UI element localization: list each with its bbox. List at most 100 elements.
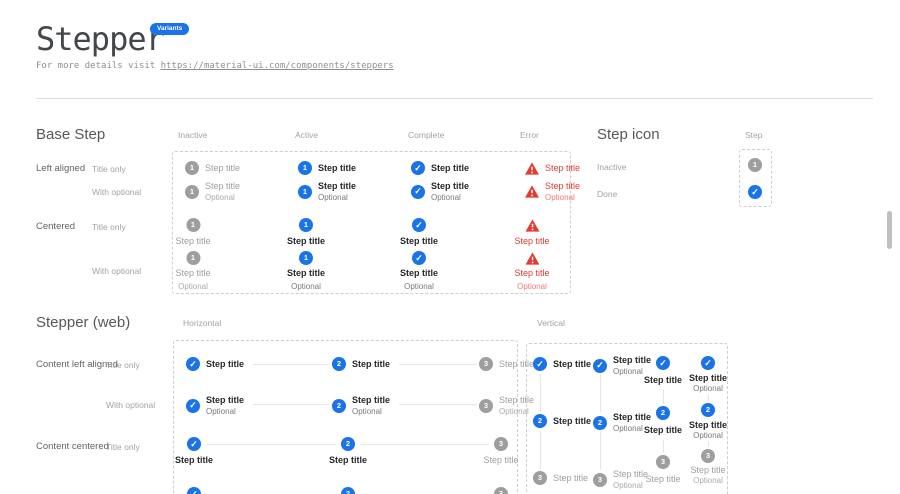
hstep-inactive-optional: 3 Step titleOptional: [479, 395, 534, 416]
step-inactive-centered-optional: 1 Step title Optional: [175, 251, 210, 291]
step-optional: Optional: [517, 282, 547, 292]
check-circle-icon: ✓: [533, 357, 547, 371]
hstep-complete-optional: ✓ Step titleOptional: [186, 395, 244, 416]
section-heading-stepper-web: Stepper (web): [36, 314, 130, 331]
step-title: Step title: [545, 163, 580, 174]
step-title: Step title: [553, 359, 591, 370]
check-circle-icon: ✓: [187, 487, 201, 494]
step-error-left: Step title: [524, 161, 580, 175]
step-complete-centered-optional: ✓ Step title Optional: [400, 251, 438, 291]
step-optional: Optional: [693, 431, 723, 441]
step-title: Step title: [645, 474, 680, 485]
check-circle-icon: ✓: [412, 218, 426, 232]
step-number-icon: 3: [479, 399, 493, 413]
variant-label-with-optional: With optional: [92, 266, 141, 276]
variant-label-title-only: Title only: [92, 164, 126, 174]
step-optional: Optional: [206, 407, 244, 417]
step-title: Step title: [175, 236, 210, 247]
step-title: Step title: [287, 236, 325, 247]
step-active-centered: 1 Step title: [287, 218, 325, 247]
row-label-content-centered: Content centered: [36, 441, 109, 452]
step-title: Step title: [499, 359, 534, 370]
step-title: Step title: [400, 236, 438, 247]
material-ui-link[interactable]: https://material-ui.com/components/stepp…: [161, 61, 394, 71]
step-optional: Optional: [205, 193, 240, 203]
vstep-inactive: 3 Step title: [533, 471, 588, 485]
step-active-centered-optional: 1 Step title Optional: [287, 251, 325, 291]
step-title: Step title: [613, 412, 651, 423]
step-title: Step title: [483, 455, 518, 466]
step-number-icon: 1: [299, 251, 313, 265]
step-title: Step title: [613, 355, 651, 366]
step-connector: [663, 390, 664, 404]
row-label-inactive: Inactive: [597, 162, 626, 172]
step-number-icon: 1: [298, 161, 312, 175]
step-inactive-left-optional: 1 Step titleOptional: [185, 181, 240, 202]
step-title: Step title: [514, 268, 549, 279]
step-title: Step title: [553, 416, 591, 427]
step-number-icon: 2: [656, 406, 670, 420]
step-error-centered-optional: Step title Optional: [514, 251, 549, 291]
vertical-scrollbar-thumb[interactable]: [887, 211, 892, 249]
step-number-icon: 1: [186, 218, 200, 232]
step-inactive-left: 1 Step title: [185, 161, 240, 175]
section-heading-base-step: Base Step: [36, 126, 105, 143]
step-optional: Optional: [613, 481, 648, 491]
step-title: Step title: [206, 359, 244, 370]
variant-label-with-optional: With optional: [106, 400, 155, 410]
column-label-complete: Complete: [408, 130, 444, 140]
stepper-spec-page: Stepper Variants For more details visit …: [0, 0, 900, 494]
step-optional: Optional: [178, 282, 208, 292]
divider: [36, 98, 873, 99]
step-number-icon: 2: [341, 437, 355, 451]
column-label-horizontal: Horizontal: [183, 318, 221, 328]
step-title: Step title: [400, 268, 438, 279]
check-circle-icon: ✓: [412, 251, 426, 265]
step-title: Step title: [175, 268, 210, 279]
step-title: Step title: [689, 420, 727, 431]
step-connector: [708, 441, 709, 447]
step-title: Step title: [206, 395, 244, 406]
check-circle-icon: ✓: [656, 356, 670, 370]
step-title: Step title: [431, 163, 469, 174]
step-title: Step title: [613, 469, 648, 480]
check-circle-icon: ✓: [748, 185, 762, 199]
vstep-active: 2 Step title: [533, 414, 591, 428]
step-optional: Optional: [545, 193, 580, 203]
step-inactive-centered: 1 Step title: [175, 218, 210, 247]
check-circle-icon: ✓: [411, 185, 425, 199]
warning-icon: [524, 185, 539, 199]
check-circle-icon: ✓: [411, 161, 425, 175]
step-complete-left-optional: ✓ Step titleOptional: [411, 181, 469, 202]
step-connector: [399, 364, 477, 365]
step-connector: [253, 364, 329, 365]
step-number-icon: 1: [748, 158, 762, 172]
step-number-icon: 2: [533, 414, 547, 428]
variant-label-title-only: Title only: [92, 222, 126, 232]
warning-icon: [525, 218, 540, 232]
step-title: Step title: [514, 236, 549, 247]
vstep-inactive-optional: 3 Step titleOptional: [593, 469, 648, 490]
step-number-icon: 2: [332, 357, 346, 371]
column-label-error: Error: [520, 130, 539, 140]
step-title: Step title: [318, 163, 356, 174]
variant-label-title-only: Title only: [106, 360, 140, 370]
page-title: Stepper: [36, 20, 164, 58]
step-number-icon: 2: [332, 399, 346, 413]
step-connector: [540, 374, 541, 412]
step-connector: [399, 404, 477, 405]
step-number-icon: 1: [299, 218, 313, 232]
step-optional: Optional: [693, 384, 723, 394]
step-number-icon: 1: [186, 251, 200, 265]
vstep-complete-optional: ✓ Step titleOptional: [593, 355, 651, 376]
step-optional: Optional: [404, 282, 434, 292]
step-title: Step title: [499, 395, 534, 406]
step-title: Step title: [175, 455, 213, 466]
step-title: Step title: [287, 268, 325, 279]
step-title: Step title: [431, 181, 469, 192]
hstep-complete: ✓ Step title: [186, 357, 244, 371]
column-label-active: Active: [295, 130, 318, 140]
step-active-left-optional: 1 Step titleOptional: [298, 181, 356, 202]
step-number-icon: 3: [701, 449, 715, 463]
row-label-left-aligned: Left aligned: [36, 163, 85, 174]
